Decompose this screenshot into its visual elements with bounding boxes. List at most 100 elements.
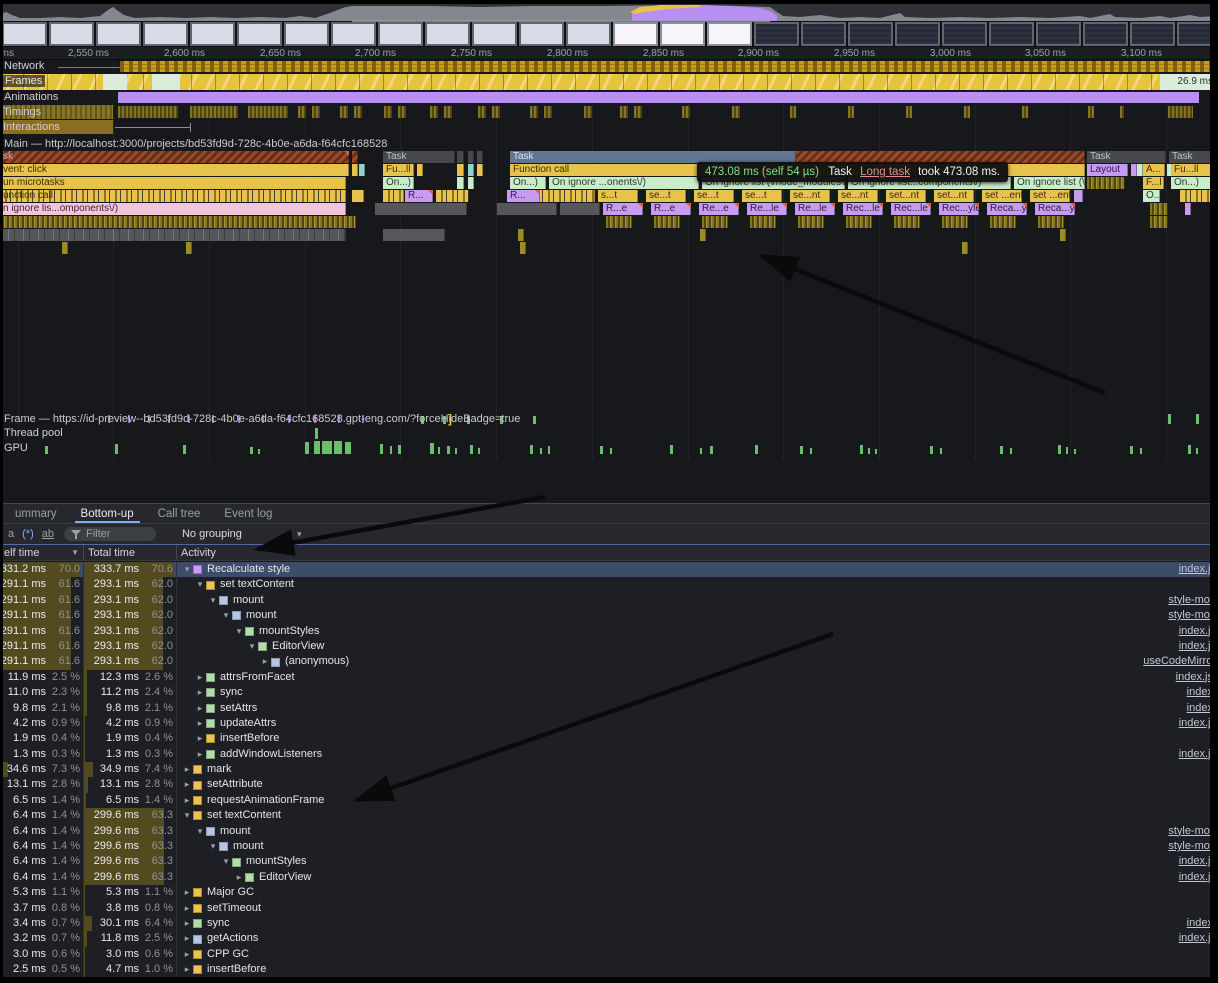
- activity-label[interactable]: setAttribute: [207, 777, 263, 792]
- table-row[interactable]: 6.4 ms1.4 %299.6 ms63.3 %▾mountstyle-mod: [0, 839, 1218, 854]
- filmstrip-thumbnail[interactable]: [2, 22, 47, 46]
- activity-label[interactable]: EditorView: [259, 870, 311, 885]
- timing-mark[interactable]: [906, 106, 912, 118]
- flame-bar-on[interactable]: On...): [510, 177, 546, 189]
- source-link[interactable]: style-mod: [1168, 593, 1216, 608]
- activity-label[interactable]: mount: [246, 608, 277, 623]
- table-row[interactable]: 9.8 ms2.1 %9.8 ms2.1 %▸setAttrsindex,: [0, 701, 1218, 716]
- collapsed-triangle-icon[interactable]: ▸: [181, 916, 193, 931]
- flame-bar-setent[interactable]: set ...ent: [982, 190, 1022, 202]
- filmstrip-thumbnail[interactable]: [942, 22, 987, 46]
- collapsed-triangle-icon[interactable]: ▸: [181, 777, 193, 792]
- flame-bar[interactable]: [1060, 229, 1066, 241]
- frame-track[interactable]: Frame — https://id-preview--bd53fd9d-728…: [0, 412, 1218, 426]
- collapsed-triangle-icon[interactable]: ▸: [194, 731, 206, 746]
- timing-mark[interactable]: [492, 106, 500, 118]
- flame-bar[interactable]: [798, 216, 824, 228]
- flame-bar-st[interactable]: s...t: [598, 190, 638, 202]
- activity-label[interactable]: mount: [220, 824, 251, 839]
- activity-label[interactable]: Major GC: [207, 885, 254, 900]
- activity-label[interactable]: updateAttrs: [220, 716, 276, 731]
- flame-bar[interactable]: [383, 190, 404, 202]
- activity-label[interactable]: setAttrs: [220, 701, 257, 716]
- expanded-triangle-icon[interactable]: ▾: [207, 593, 219, 608]
- activity-label[interactable]: insertBefore: [220, 731, 279, 746]
- flame-bar[interactable]: [1150, 216, 1168, 228]
- flame-bar[interactable]: [0, 229, 346, 241]
- flame-bar[interactable]: [894, 216, 920, 228]
- table-row[interactable]: 291.1 ms61.6 %293.1 ms62.0 %▾set textCon…: [0, 577, 1218, 592]
- activity-label[interactable]: addWindowListeners: [220, 747, 322, 762]
- table-row[interactable]: 11.0 ms2.3 %11.2 ms2.4 %▸syncindex.: [0, 685, 1218, 700]
- activity-label[interactable]: setTimeout: [207, 901, 261, 916]
- flame-bar-sent[interactable]: se...nt: [790, 190, 830, 202]
- frame-track-label[interactable]: Frame — https://id-preview--bd53fd9d-728…: [4, 413, 520, 425]
- flame-bar[interactable]: [375, 203, 467, 215]
- frames-track[interactable]: Frames 26.9 ms: [0, 74, 1218, 90]
- expanded-triangle-icon[interactable]: ▾: [220, 608, 232, 623]
- column-activity[interactable]: Activity: [177, 545, 1218, 560]
- filmstrip-thumbnail[interactable]: [566, 22, 611, 46]
- tab-ummary[interactable]: ummary: [3, 504, 69, 523]
- regex-icon[interactable]: (*): [22, 528, 34, 540]
- flame-bar[interactable]: [1087, 177, 1125, 189]
- expanded-triangle-icon[interactable]: ▾: [181, 808, 193, 823]
- activity-label[interactable]: mount: [233, 593, 264, 608]
- expanded-triangle-icon[interactable]: ▾: [194, 824, 206, 839]
- idle-frame-block[interactable]: [103, 74, 127, 90]
- flame-bar-ree[interactable]: Re...e: [699, 203, 739, 215]
- flame-bar-full[interactable]: Fu...ll: [383, 164, 414, 176]
- flame-bar-o[interactable]: O...: [1143, 190, 1160, 202]
- table-row[interactable]: 6.4 ms1.4 %299.6 ms63.3 %▾mountstyle-mod: [0, 824, 1218, 839]
- flame-bar[interactable]: [359, 164, 365, 176]
- tab-call-tree[interactable]: Call tree: [146, 504, 213, 523]
- main-thread-flamechart[interactable]: skTaskTaskTaskTaskvent: clickFu...llFunc…: [0, 151, 1218, 261]
- thread-pool-track[interactable]: Thread pool: [0, 427, 1218, 441]
- flame-bar-recyle[interactable]: Rec...yle: [939, 203, 979, 215]
- filmstrip-thumbnail[interactable]: [378, 22, 423, 46]
- flame-bar[interactable]: [457, 151, 464, 163]
- flame-bar[interactable]: [457, 177, 464, 189]
- flame-bar-on[interactable]: On...): [383, 177, 414, 189]
- collapsed-triangle-icon[interactable]: ▸: [194, 685, 206, 700]
- timeline-ruler[interactable]: ms2,550 ms2,600 ms2,650 ms2,700 ms2,750 …: [0, 47, 1218, 60]
- collapsed-triangle-icon[interactable]: ▸: [181, 962, 193, 977]
- flame-bar[interactable]: [942, 216, 968, 228]
- collapsed-triangle-icon[interactable]: ▸: [181, 947, 193, 962]
- flame-bar-recayle[interactable]: Reca...yle: [987, 203, 1027, 215]
- timings-track[interactable]: Timings: [0, 105, 1218, 119]
- timing-mark[interactable]: [430, 106, 438, 118]
- flame-bar[interactable]: [560, 203, 600, 215]
- activity-label[interactable]: mount: [233, 839, 264, 854]
- timing-mark[interactable]: [298, 106, 306, 118]
- table-row[interactable]: 4.2 ms0.9 %4.2 ms0.9 %▸updateAttrsindex.…: [0, 716, 1218, 731]
- flame-bar-recayle[interactable]: Reca...yle: [1035, 203, 1075, 215]
- flame-bar-recle[interactable]: Rec...le: [891, 203, 931, 215]
- flame-bar-r[interactable]: R...: [405, 190, 433, 202]
- timing-mark[interactable]: [848, 106, 854, 118]
- activity-label[interactable]: CPP GC: [207, 947, 249, 962]
- activity-label[interactable]: EditorView: [272, 639, 324, 654]
- table-row[interactable]: 5.3 ms1.1 %5.3 ms1.1 %▸Major GC: [0, 885, 1218, 900]
- flame-bar-rele[interactable]: Re...le: [747, 203, 787, 215]
- table-row[interactable]: 6.4 ms1.4 %299.6 ms63.3 %▸EditorViewinde…: [0, 870, 1218, 885]
- animations-track[interactable]: Animations: [0, 91, 1218, 104]
- flame-bar-layout[interactable]: Layout: [1087, 164, 1128, 176]
- flame-bar[interactable]: [352, 151, 358, 163]
- flame-bar[interactable]: [846, 216, 872, 228]
- table-row[interactable]: 291.1 ms61.6 %293.1 ms62.0 %▾EditorViewi…: [0, 639, 1218, 654]
- activity-label[interactable]: sync: [207, 916, 230, 931]
- table-row[interactable]: 3.7 ms0.8 %3.8 ms0.8 %▸setTimeout: [0, 901, 1218, 916]
- flame-bar[interactable]: [654, 216, 680, 228]
- flame-bar[interactable]: [606, 216, 632, 228]
- timing-mark[interactable]: [620, 106, 628, 118]
- flame-bar[interactable]: [0, 216, 356, 228]
- flame-bar[interactable]: [1185, 203, 1191, 215]
- timing-mark[interactable]: [584, 106, 592, 118]
- timing-mark[interactable]: [964, 106, 970, 118]
- flame-bar[interactable]: [62, 242, 68, 254]
- filmstrip-thumbnail[interactable]: [895, 22, 940, 46]
- flame-bar[interactable]: [520, 242, 526, 254]
- column-self-time[interactable]: elf time ▼: [0, 545, 84, 560]
- flame-bar[interactable]: [417, 164, 423, 176]
